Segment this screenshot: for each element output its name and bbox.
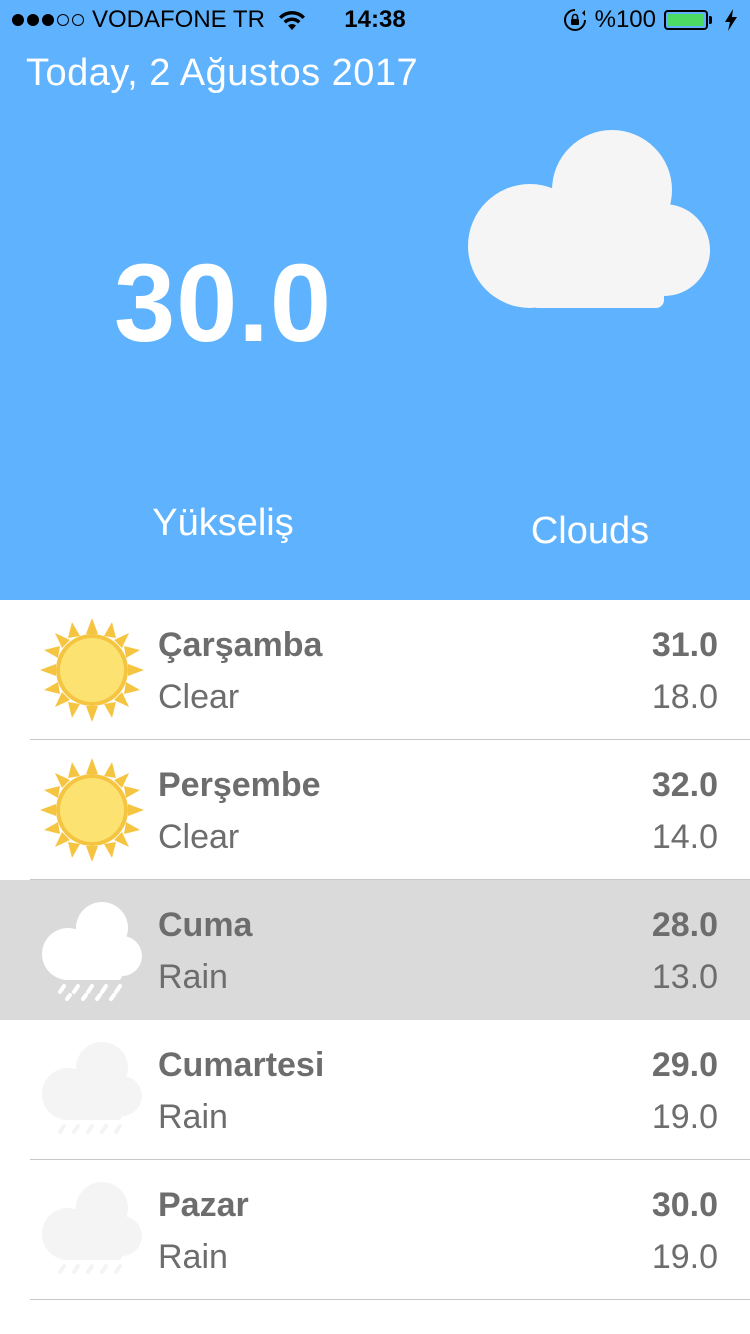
battery-icon: [664, 10, 712, 30]
forecast-low: 19.0: [651, 1238, 718, 1276]
forecast-row[interactable]: Pazar Rain 30.0 19.0: [0, 1160, 750, 1300]
bolt-icon: [725, 9, 737, 31]
forecast-description: Rain: [158, 1238, 228, 1276]
forecast-row-selected[interactable]: Cuma Rain 28.0 13.0: [0, 880, 750, 1020]
forecast-description: Clear: [158, 678, 240, 716]
location-name: Yükseliş: [152, 502, 294, 544]
cloud-icon: [468, 130, 710, 308]
forecast-low: 18.0: [651, 678, 718, 716]
forecast-description: Clear: [158, 818, 240, 856]
forecast-description: Rain: [158, 1098, 228, 1136]
today-header: VODAFONE TR 14:38 %100 Today, 2 Ağustos …: [0, 0, 750, 600]
forecast-day: Çarşamba: [158, 626, 323, 664]
forecast-high: 28.0: [651, 906, 718, 944]
forecast-day: Pazar: [158, 1186, 249, 1224]
rain-cloud-icon: [42, 902, 142, 1001]
sun-icon: [40, 618, 144, 722]
forecast-low: 13.0: [651, 958, 718, 996]
forecast-high: 32.0: [651, 766, 718, 804]
rotation-lock-icon: [563, 9, 586, 31]
sun-icon: [40, 758, 144, 862]
status-right: %100: [563, 6, 738, 34]
forecast-day: Cumartesi: [158, 1046, 325, 1084]
current-condition: Clouds: [530, 510, 650, 552]
forecast-row[interactable]: Cumartesi Rain 29.0 19.0: [0, 1020, 750, 1160]
rain-cloud-icon: [42, 1042, 142, 1134]
forecast-low: 19.0: [651, 1098, 718, 1136]
forecast-low: 14.0: [651, 818, 718, 856]
forecast-day: Cuma: [158, 906, 253, 944]
forecast-list: Çarşamba Clear 31.0 18.0 Perşembe Clear …: [0, 600, 750, 1300]
forecast-row[interactable]: Çarşamba Clear 31.0 18.0: [0, 600, 750, 740]
forecast-high: 30.0: [651, 1186, 718, 1224]
forecast-high: 29.0: [651, 1046, 718, 1084]
forecast-description: Rain: [158, 958, 228, 996]
forecast-row[interactable]: Perşembe Clear 32.0 14.0: [0, 740, 750, 880]
battery-percent: %100: [594, 6, 656, 33]
status-bar: VODAFONE TR 14:38 %100: [0, 0, 750, 40]
forecast-high: 31.0: [651, 626, 718, 664]
rain-cloud-icon: [42, 1182, 142, 1274]
current-temperature: 30.0: [113, 242, 333, 365]
date-title: Today, 2 Ağustos 2017: [26, 52, 419, 94]
forecast-day: Perşembe: [158, 766, 321, 804]
